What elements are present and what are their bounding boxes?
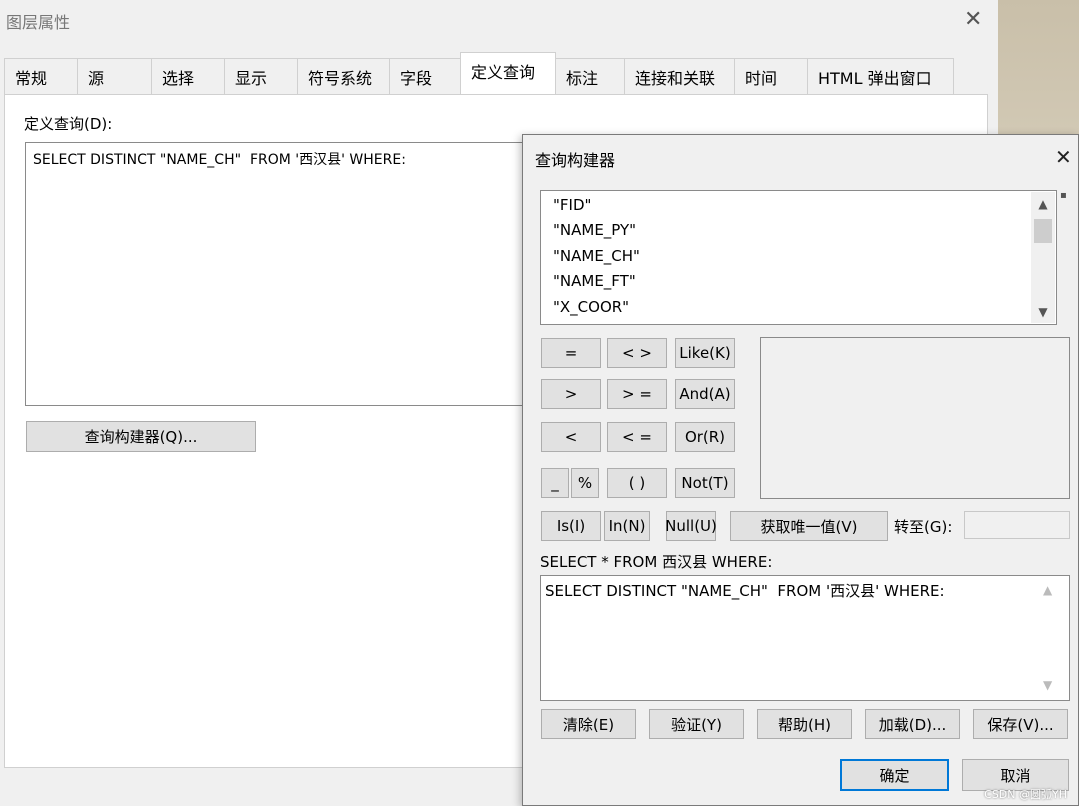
help-button[interactable]: 帮助(H) (757, 709, 852, 739)
field-list[interactable]: "FID" "NAME_PY" "NAME_CH" "NAME_FT" "X_C… (540, 190, 1057, 325)
sql-scroll-up-icon[interactable]: ▲ (1043, 583, 1052, 597)
scrollbar-thumb[interactable] (1034, 219, 1052, 243)
layer-dialog-close-icon[interactable]: ✕ (964, 9, 982, 31)
scroll-up-icon[interactable]: ▲ (1031, 197, 1055, 211)
definition-query-label: 定义查询(D): (24, 115, 113, 133)
get-unique-values-button[interactable]: 获取唯一值(V) (730, 511, 888, 541)
tab-definition-query[interactable]: 定义查询 (460, 52, 556, 95)
tab-labels[interactable]: 标注 (555, 58, 625, 95)
field-item[interactable]: "FID" (553, 196, 591, 214)
op-and-button[interactable]: And(A) (675, 379, 735, 409)
verify-button[interactable]: 验证(Y) (649, 709, 744, 739)
list-resize-marker-icon: ▪ (1060, 190, 1067, 201)
field-list-scrollbar[interactable]: ▲ ▼ (1031, 192, 1055, 323)
op-is-button[interactable]: Is(I) (541, 511, 601, 541)
tab-symbology[interactable]: 符号系统 (297, 58, 390, 95)
load-button[interactable]: 加载(D)... (865, 709, 960, 739)
op-equals-button[interactable]: = (541, 338, 601, 368)
sql-prefix-label: SELECT * FROM 西汉县 WHERE: (540, 553, 773, 571)
op-percent-button[interactable]: % (571, 468, 599, 498)
layer-dialog-title: 图层属性 (6, 13, 71, 32)
op-in-button[interactable]: In(N) (604, 511, 650, 541)
definition-query-textarea[interactable]: SELECT DISTINCT "NAME_CH" FROM '西汉县' WHE… (25, 142, 525, 406)
goto-label: 转至(G): (894, 518, 953, 536)
query-builder-title: 查询构建器 (535, 151, 616, 170)
op-greater-button[interactable]: > (541, 379, 601, 409)
tab-strip: 常规 源 选择 显示 符号系统 字段 定义查询 标注 连接和关联 时间 HTML… (4, 52, 954, 95)
tab-general[interactable]: 常规 (4, 58, 78, 95)
op-or-button[interactable]: Or(R) (675, 422, 735, 452)
tab-html-popup[interactable]: HTML 弹出窗口 (807, 58, 954, 95)
op-less-button[interactable]: < (541, 422, 601, 452)
tab-fields[interactable]: 字段 (389, 58, 461, 95)
unique-values-list[interactable] (760, 337, 1070, 499)
tab-source[interactable]: 源 (77, 58, 152, 95)
watermark: CSDN @圆弧YH (984, 788, 1067, 801)
op-underscore-button[interactable]: _ (541, 468, 569, 498)
tab-display[interactable]: 显示 (224, 58, 298, 95)
ok-button[interactable]: 确定 (840, 759, 949, 791)
clear-button[interactable]: 清除(E) (541, 709, 636, 739)
op-greater-equal-button[interactable]: > = (607, 379, 667, 409)
query-builder-close-icon[interactable]: ✕ (1055, 147, 1072, 167)
field-item[interactable]: "NAME_CH" (553, 247, 640, 265)
field-item[interactable]: "NAME_FT" (553, 272, 636, 290)
field-item[interactable]: "NAME_PY" (553, 221, 636, 239)
query-builder-button[interactable]: 查询构建器(Q)... (26, 421, 256, 452)
sql-expression-textarea[interactable]: SELECT DISTINCT "NAME_CH" FROM '西汉县' WHE… (540, 575, 1070, 701)
op-less-equal-button[interactable]: < = (607, 422, 667, 452)
save-button[interactable]: 保存(V)... (973, 709, 1068, 739)
tab-time[interactable]: 时间 (734, 58, 808, 95)
op-parens-button[interactable]: ( ) (607, 468, 667, 498)
scroll-down-icon[interactable]: ▼ (1031, 305, 1055, 319)
field-item[interactable]: "X_COOR" (553, 298, 629, 316)
tab-selection[interactable]: 选择 (151, 58, 225, 95)
query-builder-dialog: 查询构建器 ✕ ▪ "FID" "NAME_PY" "NAME_CH" "NAM… (522, 134, 1079, 806)
tab-joins-relates[interactable]: 连接和关联 (624, 58, 735, 95)
op-not-equals-button[interactable]: < > (607, 338, 667, 368)
sql-scroll-down-icon[interactable]: ▼ (1043, 678, 1052, 692)
op-like-button[interactable]: Like(K) (675, 338, 735, 368)
goto-input[interactable] (964, 511, 1070, 539)
op-not-button[interactable]: Not(T) (675, 468, 735, 498)
op-null-button[interactable]: Null(U) (665, 511, 717, 541)
